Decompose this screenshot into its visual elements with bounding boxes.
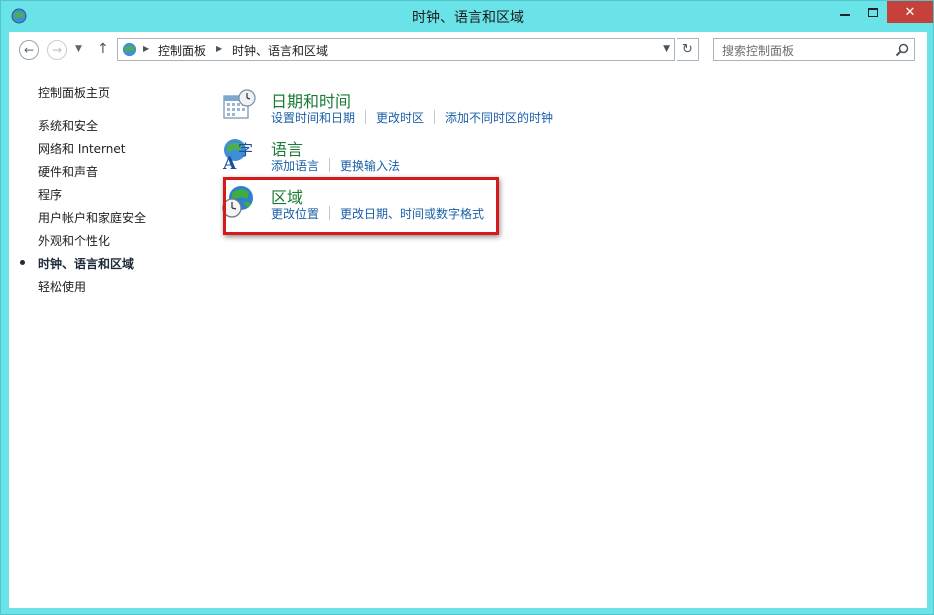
close-button[interactable]: ✕ (887, 1, 933, 23)
sidebar-item-ease-of-access[interactable]: 轻松使用 (38, 278, 86, 295)
refresh-button[interactable]: ↻ (677, 38, 699, 61)
sidebar-item-user-accounts[interactable]: 用户帐户和家庭安全 (38, 209, 146, 226)
calendar-clock-icon[interactable] (221, 88, 257, 124)
link-divider (329, 158, 331, 172)
sidebar-item-appearance[interactable]: 外观和个性化 (38, 232, 110, 249)
address-dropdown-icon[interactable]: ▼ (663, 44, 670, 54)
up-level-icon[interactable]: ↑ (97, 41, 109, 57)
search-input[interactable]: 搜索控制面板 (713, 38, 915, 61)
back-button[interactable]: ← (19, 40, 39, 60)
link-divider (434, 110, 436, 124)
recent-locations-dropdown-icon[interactable]: ▼ (75, 44, 82, 54)
sidebar: 控制面板主页 系统和安全 网络和 Internet 硬件和声音 程序 用户帐户和… (9, 68, 209, 608)
svg-text:字: 字 (238, 141, 253, 159)
refresh-icon: ↻ (682, 42, 693, 57)
sidebar-home-link[interactable]: 控制面板主页 (38, 84, 110, 101)
maximize-button[interactable] (859, 1, 887, 23)
control-panel-icon (122, 42, 137, 57)
forward-arrow-icon: → (51, 43, 63, 57)
sidebar-item-hardware-sound[interactable]: 硬件和声音 (38, 163, 98, 180)
forward-button[interactable]: → (47, 40, 67, 60)
search-placeholder: 搜索控制面板 (722, 44, 795, 58)
client-area: ← → ▼ ↑ ▶ 控制面板 ▶ 时钟、语言和区域 ▼ ↻ 搜索控制面板 控制面… (9, 32, 927, 608)
breadcrumb-separator-icon[interactable]: ▶ (143, 44, 149, 53)
back-arrow-icon: ← (23, 43, 35, 57)
active-item-bullet (20, 260, 25, 265)
search-icon[interactable] (895, 43, 909, 57)
breadcrumb-separator-icon[interactable]: ▶ (216, 44, 222, 53)
sidebar-item-network-internet[interactable]: 网络和 Internet (38, 140, 125, 157)
address-bar[interactable]: ▶ 控制面板 ▶ 时钟、语言和区域 ▼ (117, 38, 675, 61)
close-icon: ✕ (904, 4, 916, 20)
category-links: 添加语言 更换输入法 (271, 157, 400, 174)
title-bar[interactable]: 时钟、语言和区域 ✕ (1, 1, 934, 32)
link-divider (365, 110, 367, 124)
control-panel-window: 时钟、语言和区域 ✕ ← → ▼ ↑ ▶ 控制面板 ▶ 时钟、语言和区域 ▼ ↻… (0, 0, 934, 615)
link-add-clocks[interactable]: 添加不同时区的时钟 (445, 109, 553, 126)
breadcrumb-clock-language-region[interactable]: 时钟、语言和区域 (232, 42, 328, 59)
region-highlight-box (223, 177, 499, 235)
language-icon[interactable]: A 字 (221, 136, 257, 172)
sidebar-item-system-security[interactable]: 系统和安全 (38, 117, 98, 134)
link-set-time-date[interactable]: 设置时间和日期 (271, 109, 355, 126)
navigation-bar: ← → ▼ ↑ ▶ 控制面板 ▶ 时钟、语言和区域 ▼ ↻ 搜索控制面板 (9, 32, 927, 68)
link-add-language[interactable]: 添加语言 (271, 157, 319, 174)
breadcrumb-control-panel[interactable]: 控制面板 (158, 42, 206, 59)
sidebar-item-programs[interactable]: 程序 (38, 186, 62, 203)
link-change-timezone[interactable]: 更改时区 (376, 109, 424, 126)
link-change-input-method[interactable]: 更换输入法 (340, 157, 400, 174)
category-links: 设置时间和日期 更改时区 添加不同时区的时钟 (271, 109, 553, 126)
minimize-button[interactable] (831, 1, 859, 23)
window-title: 时钟、语言和区域 (412, 10, 524, 26)
sidebar-item-clock-language-region[interactable]: 时钟、语言和区域 (38, 255, 134, 272)
svg-text:A: A (222, 154, 237, 172)
